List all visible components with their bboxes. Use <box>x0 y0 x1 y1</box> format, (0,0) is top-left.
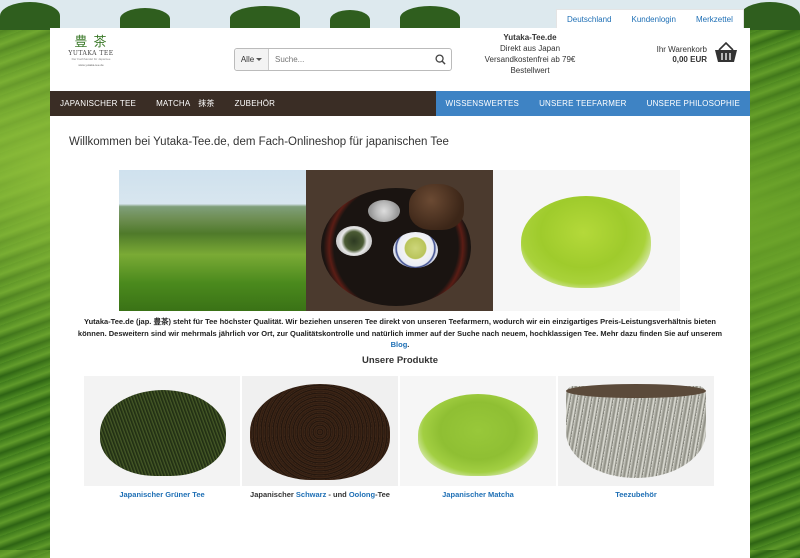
cart-amount: 0,00 EUR <box>672 55 707 64</box>
logo-tagline: Der Fachhandel für Japantee <box>71 57 111 61</box>
hero-image-tea-set <box>306 170 493 311</box>
product-link-oolong-tea[interactable]: Oolong <box>349 490 375 499</box>
intro-end: . <box>407 340 410 349</box>
blog-link[interactable]: Blog <box>391 340 408 349</box>
cart-summary[interactable]: Ihr Warenkorb 0,00 EUR <box>640 45 707 65</box>
product-caption-mid: - und <box>326 490 349 499</box>
search-category-label: Alle <box>240 55 255 64</box>
search-category-select[interactable]: Alle <box>235 49 269 70</box>
util-link-kundenlogin[interactable]: Kundenlogin <box>621 10 685 29</box>
intro-body: Yutaka-Tee.de (jap. 豊茶) steht für Tee hö… <box>77 317 723 338</box>
utility-links: Deutschland Kundenlogin Merkzettel <box>556 9 744 29</box>
product-link-black-tea[interactable]: Schwarz <box>296 490 326 499</box>
header-info: Yutaka-Tee.de Direkt aus Japan Versandko… <box>470 32 590 76</box>
intro-text: Yutaka-Tee.de (jap. 豊茶) steht für Tee hö… <box>70 316 730 351</box>
product-link-green-tea[interactable]: Japanischer Grüner Tee <box>119 490 204 499</box>
logo-name: YUTAKA TEE <box>68 50 114 57</box>
hero-image-tea-fields <box>119 170 306 311</box>
product-link-accessories[interactable]: Teezubehör <box>615 490 657 499</box>
nav-left: JAPANISCHER TEE MATCHA 抹茶 ZUBEHÖR <box>50 91 285 116</box>
cart-label: Ihr Warenkorb <box>656 45 707 54</box>
product-image-accessories[interactable] <box>558 376 714 486</box>
product-caption-pre: Japanischer <box>250 490 296 499</box>
search-icon <box>434 54 446 65</box>
util-link-deutschland[interactable]: Deutschland <box>557 10 621 29</box>
product-card-black-oolong: Japanischer Schwarz - und Oolong-Tee <box>242 376 398 499</box>
search-button[interactable] <box>429 49 451 70</box>
site-header: 豊 茶 YUTAKA TEE Der Fachhandel für Japant… <box>50 28 750 91</box>
header-info-line1: Direkt aus Japan <box>499 44 561 53</box>
product-caption-post: -Tee <box>375 490 390 499</box>
product-link-matcha[interactable]: Japanischer Matcha <box>442 490 514 499</box>
logo-mark: 豊 茶 <box>74 35 108 50</box>
product-image-black-oolong[interactable] <box>242 376 398 486</box>
caret-down-icon <box>256 58 263 61</box>
logo-url: www.yutaka-tee.de <box>78 63 104 67</box>
header-info-line2: Versandkostenfrei ab 79€ Bestellwert <box>484 55 576 75</box>
util-link-merkzettel[interactable]: Merkzettel <box>686 10 743 29</box>
product-image-matcha[interactable] <box>400 376 556 486</box>
header-info-title: Yutaka-Tee.de <box>503 33 557 42</box>
product-image-green-tea[interactable] <box>84 376 240 486</box>
page-title: Willkommen bei Yutaka-Tee.de, dem Fach-O… <box>69 136 449 148</box>
product-card-accessories: Teezubehör <box>558 376 714 499</box>
nav-item-wissenswertes[interactable]: WISSENSWERTES <box>436 91 530 116</box>
search-bar: Alle <box>234 48 452 71</box>
nav-right: WISSENSWERTES UNSERE TEEFARMER UNSERE PH… <box>435 91 750 116</box>
page-container: 豊 茶 YUTAKA TEE Der Fachhandel für Japant… <box>50 28 750 558</box>
hero-banner <box>119 170 681 311</box>
search-input[interactable] <box>269 49 429 70</box>
cart-button[interactable] <box>714 41 738 66</box>
site-logo[interactable]: 豊 茶 YUTAKA TEE Der Fachhandel für Japant… <box>68 36 114 72</box>
nav-item-philosophie[interactable]: UNSERE PHILOSOPHIE <box>637 91 750 116</box>
nav-item-matcha[interactable]: MATCHA 抹茶 <box>146 91 225 116</box>
products-heading: Unsere Produkte <box>361 355 439 366</box>
main-navigation: JAPANISCHER TEE MATCHA 抹茶 ZUBEHÖR WISSEN… <box>50 91 750 116</box>
nav-item-japanischer-tee[interactable]: JAPANISCHER TEE <box>50 91 146 116</box>
nav-item-teefarmer[interactable]: UNSERE TEEFARMER <box>529 91 637 116</box>
product-grid: Japanischer Grüner Tee Japanischer Schwa… <box>84 376 716 499</box>
product-card-matcha: Japanischer Matcha <box>400 376 556 499</box>
hero-image-matcha-powder <box>493 170 680 311</box>
product-card-green-tea: Japanischer Grüner Tee <box>84 376 240 499</box>
shopping-basket-icon <box>715 41 737 62</box>
nav-item-zubehoer[interactable]: ZUBEHÖR <box>225 91 286 116</box>
